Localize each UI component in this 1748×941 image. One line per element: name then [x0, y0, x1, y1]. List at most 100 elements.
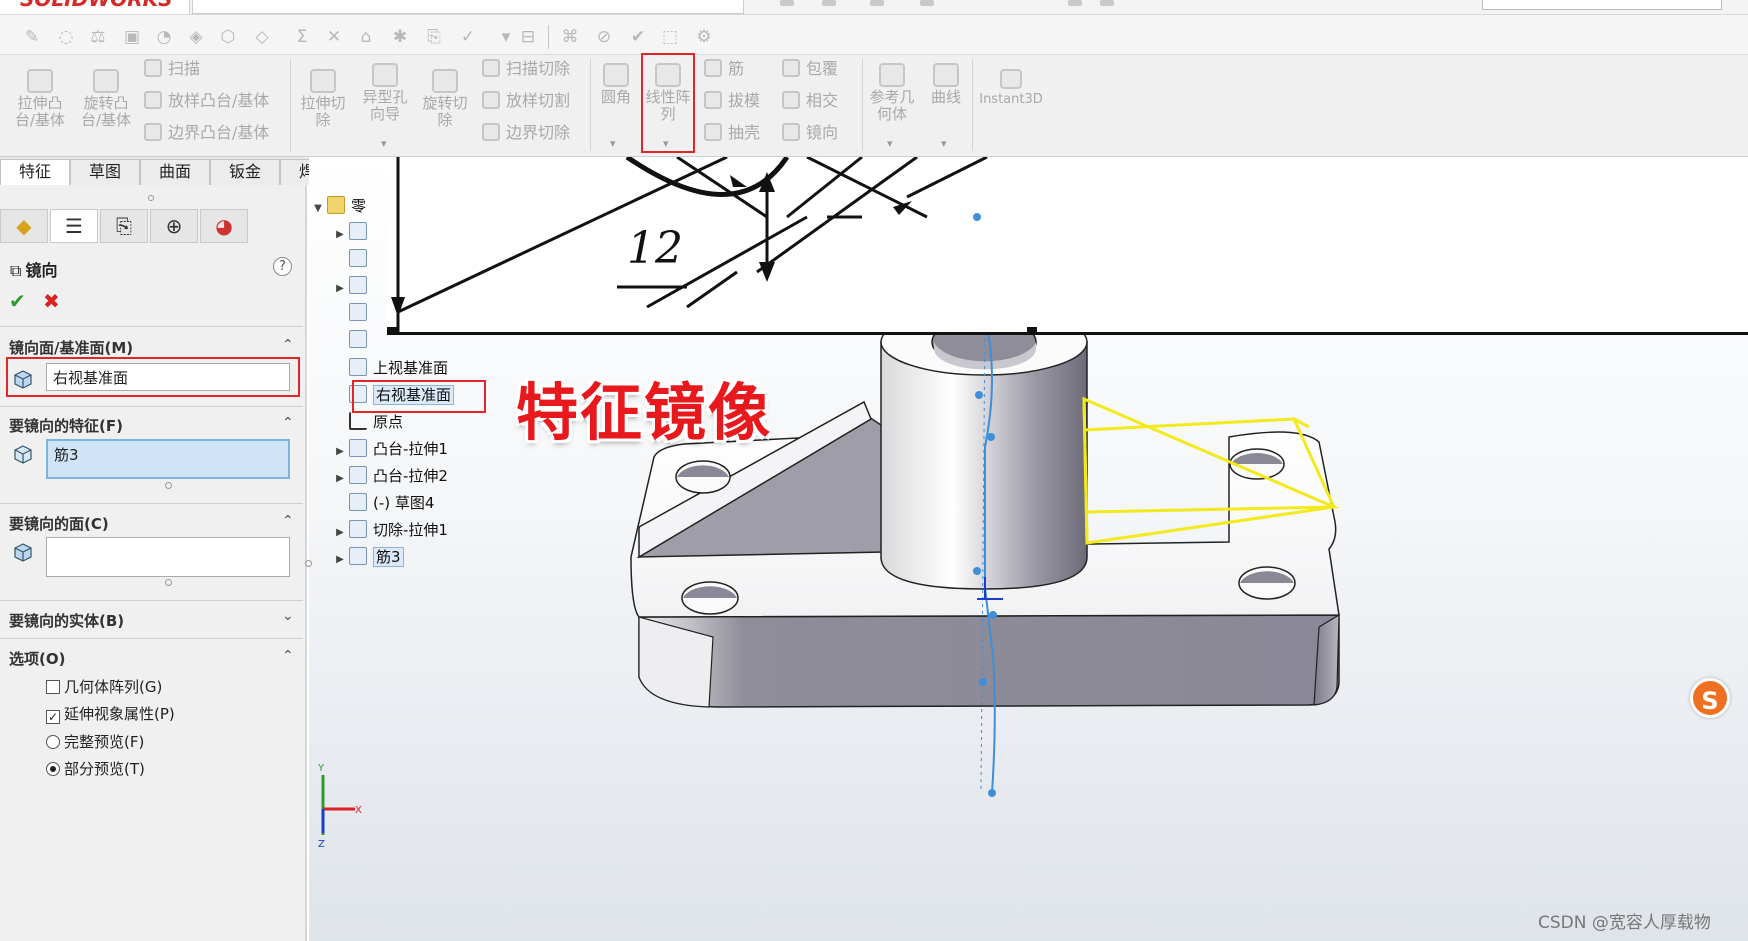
curves-button[interactable]: 曲线 [926, 63, 966, 106]
cancel-button[interactable]: ✖ [43, 289, 60, 313]
instant3d-button[interactable]: Instant3D [976, 69, 1046, 108]
interference-icon[interactable]: ✓ [458, 27, 478, 47]
fillet-button[interactable]: 圆角 [596, 63, 636, 106]
help-button[interactable]: ? [273, 257, 292, 276]
tree-item-material[interactable] [331, 303, 373, 327]
compare-icon[interactable]: ⊟ [518, 27, 538, 47]
statistics-icon[interactable]: ◔ [154, 27, 174, 47]
display-manager-tab[interactable]: ◕ [200, 209, 248, 243]
chevron-right-icon[interactable]: ▶ [331, 229, 349, 240]
geometry-pattern-checkbox[interactable]: 几何体阵列(G) [46, 676, 162, 697]
extrude-cut-button[interactable]: 拉伸切除 [298, 69, 348, 129]
tab-sketch[interactable]: 草图 [70, 159, 140, 185]
mirror-button[interactable]: 镜向 [782, 123, 838, 143]
chevron-up-icon[interactable]: ⌃ [282, 415, 294, 431]
symmetry-check-icon[interactable]: ✱ [390, 27, 410, 47]
revolve-cut-button[interactable]: 旋转切除 [420, 69, 470, 129]
verify-icon[interactable]: ◇ [252, 27, 272, 47]
draft-analysis-icon[interactable]: ⌂ [356, 27, 376, 47]
tree-item-cut-extrude1[interactable]: ▶ 切除-拉伸1 [331, 519, 448, 543]
tree-item-front-plane[interactable] [331, 330, 373, 354]
extrude-boss-button[interactable]: 拉伸凸台/基体 [12, 69, 68, 129]
tree-item-rib3[interactable]: ▶ 筋3 [331, 546, 404, 570]
section-header-faces[interactable]: 要镜向的面(C) [9, 513, 109, 534]
options-icon[interactable] [1100, 0, 1114, 6]
intersect-button[interactable]: 相交 [782, 91, 838, 111]
feature-manager-tab[interactable]: ◆ [0, 209, 48, 243]
thickness-icon[interactable]: ⎘ [424, 27, 444, 47]
mass-properties-icon[interactable]: ⚖ [88, 27, 108, 47]
check-status-icon[interactable]: ✔ [628, 27, 648, 47]
tree-item-origin[interactable]: 原点 [331, 411, 403, 435]
deviation-icon[interactable]: ⌘ [560, 27, 580, 47]
spellcheck-icon[interactable]: ✎ [22, 27, 42, 47]
chevron-up-icon[interactable]: ⌃ [282, 513, 294, 529]
checkbox-box[interactable] [46, 680, 60, 694]
radio-button[interactable] [46, 762, 60, 776]
search-input[interactable] [1482, 0, 1722, 10]
menu-bar[interactable] [192, 0, 744, 14]
dimxpert-tab[interactable]: ⊕ [150, 209, 198, 243]
undercut-icon[interactable]: ⊘ [594, 27, 614, 47]
hole-wizard-button[interactable]: 异型孔向导 [356, 63, 414, 123]
boundary-boss-button[interactable]: 边界凸台/基体 [144, 123, 269, 143]
tree-item-top-plane[interactable]: 上视基准面 [331, 357, 448, 381]
chevron-right-icon[interactable]: ▶ [331, 554, 349, 565]
costing-icon[interactable]: ⚙ [694, 27, 714, 47]
equations-icon[interactable]: Σ [292, 27, 312, 47]
checkbox-box[interactable]: ✓ [46, 710, 60, 724]
chevron-down-icon[interactable]: ⌄ [282, 608, 294, 624]
chevron-down-icon[interactable]: ▼ [309, 203, 327, 214]
design-check-icon[interactable]: ⬚ [660, 27, 680, 47]
tree-item-boss-extrude1[interactable]: ▶ 凸台-拉伸1 [331, 438, 448, 462]
tab-features[interactable]: 特征 [0, 159, 70, 185]
chevron-right-icon[interactable]: ▶ [331, 446, 349, 457]
section-header-features[interactable]: 要镜向的特征(F) [9, 415, 123, 436]
lofted-cut-button[interactable]: 放样切割 [482, 91, 570, 111]
chevron-down-icon[interactable]: ▾ [941, 137, 947, 150]
tree-root[interactable]: ▼ 零 [309, 195, 366, 219]
curvature-icon[interactable]: ✕ [324, 27, 344, 47]
full-preview-radio[interactable]: 完整预览(F) [46, 731, 144, 752]
quick-access-icon[interactable] [822, 0, 836, 6]
panel-splitter-handle[interactable] [305, 560, 312, 567]
print-icon[interactable] [920, 0, 934, 6]
shell-button[interactable]: 抽壳 [704, 123, 760, 143]
faces-to-mirror-list[interactable] [46, 537, 290, 577]
property-manager-tab[interactable]: ☰ [50, 209, 98, 243]
section-header-options[interactable]: 选项(O) [9, 648, 65, 669]
boundary-cut-button[interactable]: 边界切除 [482, 123, 570, 143]
chevron-up-icon[interactable]: ⌃ [282, 648, 294, 664]
swept-cut-button[interactable]: 扫描切除 [482, 59, 570, 79]
tab-surfaces[interactable]: 曲面 [140, 159, 210, 185]
list-resize-handle[interactable] [165, 579, 172, 586]
tree-item-sketch4[interactable]: (-) 草图4 [331, 492, 434, 516]
partial-preview-radio[interactable]: 部分预览(T) [46, 758, 145, 779]
chevron-down-icon[interactable]: ▾ [381, 137, 387, 150]
chevron-right-icon[interactable]: ▶ [331, 283, 349, 294]
rib-button[interactable]: 筋 [704, 59, 744, 79]
chevron-right-icon[interactable]: ▶ [331, 527, 349, 538]
section-icon[interactable]: ▣ [122, 27, 142, 47]
configuration-manager-tab[interactable]: ⎘ [100, 209, 148, 243]
chevron-up-icon[interactable]: ⌃ [282, 337, 294, 353]
tab-sheet-metal[interactable]: 钣金 [210, 159, 280, 185]
chevron-right-icon[interactable]: ▶ [331, 473, 349, 484]
ime-badge-icon[interactable]: S [1690, 678, 1730, 718]
propagate-visual-checkbox[interactable]: ✓ 延伸视象属性(P) [46, 703, 175, 724]
sweep-button[interactable]: 扫描 [144, 59, 200, 79]
reference-geometry-button[interactable]: 参考几何体 [866, 63, 918, 123]
options-icon[interactable] [1068, 0, 1082, 6]
loft-boss-button[interactable]: 放样凸台/基体 [144, 91, 269, 111]
tree-item-history[interactable]: ▶ [331, 222, 373, 246]
chevron-down-icon[interactable]: ▾ [496, 27, 516, 47]
tree-item-annotations[interactable]: ▶ [331, 276, 373, 300]
revolve-boss-button[interactable]: 旋转凸台/基体 [78, 69, 134, 129]
ok-button[interactable]: ✔ [9, 289, 26, 313]
geometry-analysis-icon[interactable]: ⬡ [218, 27, 238, 47]
section-header-bodies[interactable]: 要镜向的实体(B) [9, 610, 124, 631]
wrap-button[interactable]: 包覆 [782, 59, 838, 79]
features-to-mirror-list[interactable]: 筋3 [46, 439, 290, 479]
radio-button[interactable] [46, 735, 60, 749]
measure-icon[interactable]: ◌ [56, 27, 76, 47]
